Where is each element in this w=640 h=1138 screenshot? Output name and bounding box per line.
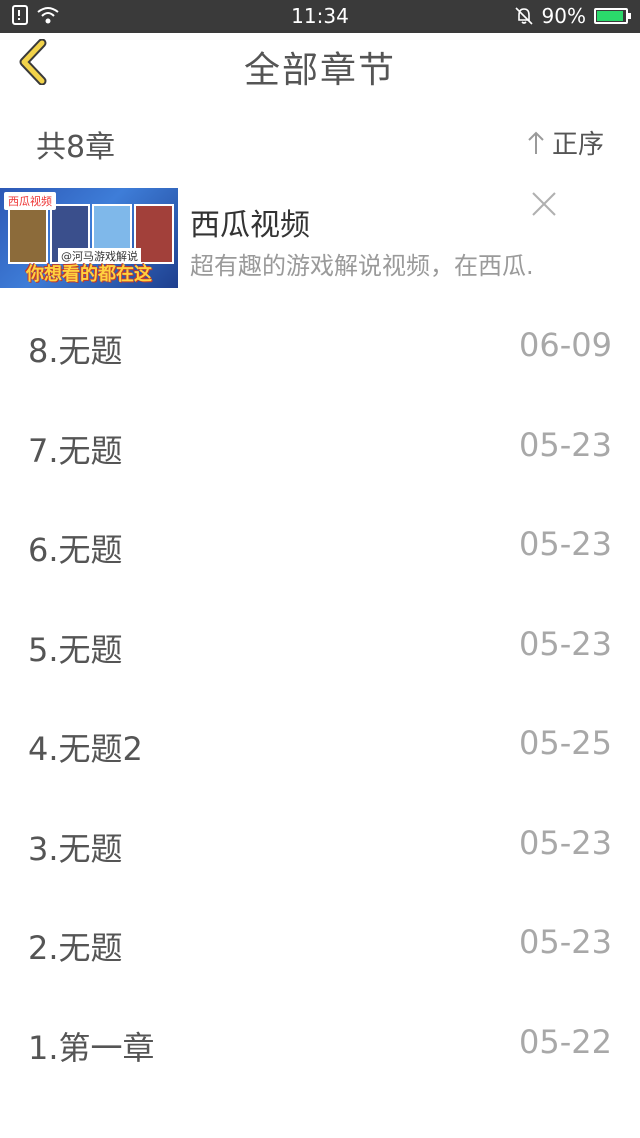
battery-percent: 90% (541, 4, 586, 28)
chapter-date: 05-23 (519, 624, 612, 663)
sort-order-toggle[interactable]: 正序 (526, 124, 604, 161)
chapter-title: 8.无题 (28, 332, 123, 370)
battery-icon (594, 8, 631, 24)
chapter-list-header: 共8章 正序 (0, 108, 640, 172)
chapter-row[interactable]: 2.无题 05-23 (0, 893, 640, 993)
arrow-up-icon (528, 131, 544, 154)
chapter-date: 05-23 (519, 525, 612, 563)
chapter-date: 05-23 (519, 425, 612, 464)
chapter-title: 2.无题 (28, 929, 123, 967)
sort-order-label: 正序 (551, 130, 604, 160)
ad-thumb-tag: 西瓜视频 (4, 192, 56, 210)
chapter-row[interactable]: 7.无题 05-23 (0, 396, 640, 496)
ad-thumbnail[interactable]: 西瓜视频 @河马游戏解说 你想看的都在这 (0, 188, 178, 288)
top-bar: 全部章节 (0, 33, 640, 93)
chapter-row[interactable]: 6.无题 05-23 (0, 495, 640, 595)
chapter-list: 8.无题 06-09 7.无题 05-23 6.无题 05-23 5.无题 05… (0, 296, 640, 1092)
mute-bell-icon (514, 7, 533, 25)
chapter-title: 1.第一章 (28, 1028, 155, 1067)
close-icon[interactable] (530, 190, 558, 218)
page-title: 全部章节 (243, 50, 396, 91)
chapter-date: 05-23 (519, 823, 612, 862)
chapter-date: 06-09 (519, 326, 612, 364)
status-right-icons: 90% (514, 4, 631, 28)
chapter-title: 3.无题 (28, 829, 123, 868)
ad-thumb-card (8, 204, 48, 264)
chapter-title: 6.无题 (28, 531, 123, 569)
chapter-title: 7.无题 (28, 431, 123, 470)
chapter-row[interactable]: 8.无题 06-09 (0, 296, 640, 396)
chapter-date: 05-22 (519, 1022, 612, 1061)
ad-description: 超有趣的游戏解说视频，在西瓜. (190, 252, 534, 280)
chapter-title: 5.无题 (28, 630, 123, 669)
status-bar: 11:34 90% (0, 0, 640, 33)
ad-thumb-banner: 你想看的都在这 (26, 264, 152, 285)
chapter-row[interactable]: 4.无题2 05-25 (0, 694, 640, 794)
chapter-row[interactable]: 5.无题 05-23 (0, 595, 640, 695)
chapter-row[interactable]: 3.无题 05-23 (0, 794, 640, 894)
chapter-date: 05-23 (519, 923, 612, 961)
ad-title: 西瓜视频 (190, 208, 310, 243)
chapter-date: 05-25 (519, 724, 612, 762)
chapter-row[interactable]: 1.第一章 05-22 (0, 993, 640, 1093)
chapter-count: 共8章 (36, 130, 116, 165)
chapter-title: 4.无题2 (28, 730, 143, 768)
ad-banner[interactable]: 西瓜视频 @河马游戏解说 你想看的都在这 西瓜视频 超有趣的游戏解说视频，在西瓜… (0, 188, 640, 292)
